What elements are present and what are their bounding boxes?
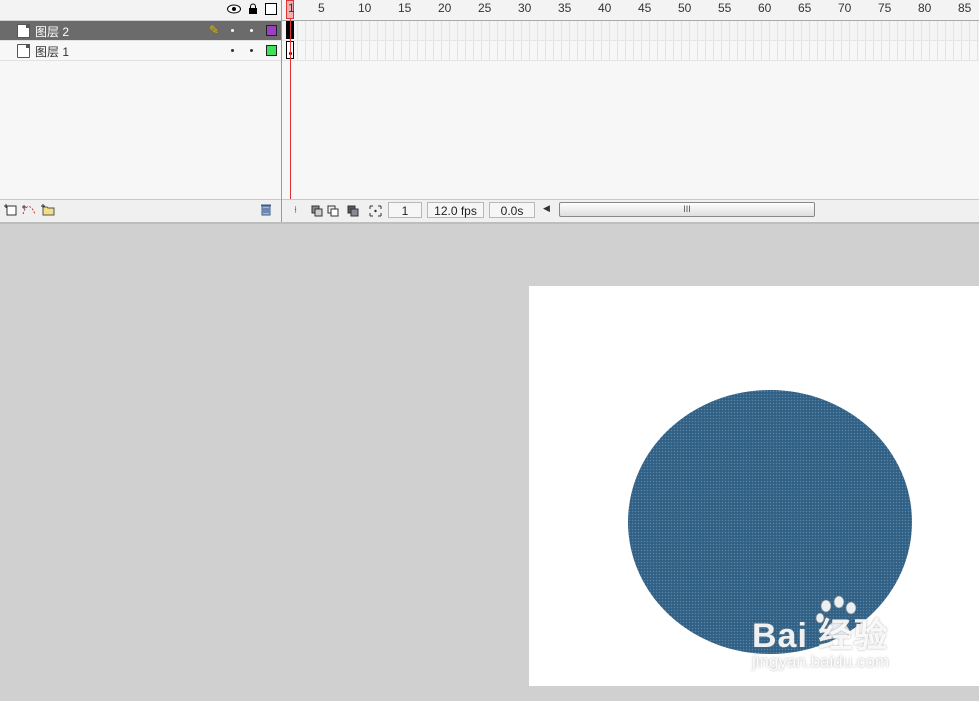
delete-layer-icon[interactable] bbox=[260, 203, 272, 219]
frame-ruler[interactable]: 1 5 10 15 20 25 30 35 40 45 50 55 60 65 … bbox=[282, 0, 979, 21]
ruler-label: 40 bbox=[598, 1, 612, 15]
ruler-label: 55 bbox=[718, 1, 732, 15]
layer-name[interactable]: 图层 1 bbox=[35, 43, 69, 60]
insert-layer-icon[interactable] bbox=[3, 203, 17, 219]
playhead-line bbox=[290, 19, 291, 199]
layer-icon bbox=[17, 24, 30, 38]
ruler-label: 75 bbox=[878, 1, 892, 15]
scroll-left-arrow-icon[interactable]: ◀ bbox=[543, 203, 550, 214]
ruler-label: 60 bbox=[758, 1, 772, 15]
frame-row-layer-1[interactable] bbox=[282, 41, 979, 61]
modify-onion-markers-icon[interactable] bbox=[368, 203, 383, 218]
lock-icon[interactable] bbox=[245, 1, 261, 17]
layer-row-2[interactable]: 图层 2 ✎ bbox=[0, 21, 281, 41]
visibility-dot[interactable] bbox=[231, 29, 234, 32]
ruler-label: 80 bbox=[918, 1, 932, 15]
layer-name[interactable]: 图层 2 bbox=[35, 23, 69, 40]
layer-color-swatch[interactable] bbox=[266, 45, 277, 56]
ruler-label: 85 bbox=[958, 1, 972, 15]
timeline-scrollbar[interactable]: III bbox=[559, 202, 815, 217]
frames-panel: 1 5 10 15 20 25 30 35 40 45 50 55 60 65 … bbox=[282, 0, 979, 222]
lock-dot[interactable] bbox=[250, 29, 253, 32]
watermark-logo: Bai 经验 bbox=[752, 617, 889, 655]
frame-row-layer-2[interactable] bbox=[282, 21, 979, 41]
onion-skin-icon[interactable] bbox=[310, 203, 325, 218]
ruler-label: 15 bbox=[398, 1, 412, 15]
edit-multiple-frames-icon[interactable] bbox=[346, 203, 361, 218]
pencil-icon: ✎ bbox=[209, 23, 220, 37]
eye-icon[interactable] bbox=[226, 1, 242, 17]
timeline-status-bar: ⍿ 1 12.0 fps 0.0s ◀ III bbox=[282, 199, 979, 222]
ruler-label: 45 bbox=[638, 1, 652, 15]
current-frame-field: 1 bbox=[388, 202, 422, 218]
watermark: Bai 经验 jingyan.baidu.com bbox=[752, 595, 942, 686]
layer-footer bbox=[0, 199, 281, 222]
timeline-panel: 图层 2 ✎ 图层 1 1 5 10 15 20 25 30 35 40 45 … bbox=[0, 0, 979, 222]
ruler-label: 70 bbox=[838, 1, 852, 15]
layer-row-1[interactable]: 图层 1 bbox=[0, 41, 281, 61]
ruler-label: 10 bbox=[358, 1, 372, 15]
watermark-url: jingyan.baidu.com bbox=[752, 652, 890, 671]
outline-icon[interactable] bbox=[263, 1, 279, 17]
frame-rate-field[interactable]: 12.0 fps bbox=[427, 202, 484, 218]
layer-panel: 图层 2 ✎ 图层 1 bbox=[0, 0, 282, 222]
ruler-label: 20 bbox=[438, 1, 452, 15]
layer-icon bbox=[17, 44, 30, 58]
layer-header bbox=[0, 0, 281, 21]
layer-color-swatch[interactable] bbox=[266, 25, 277, 36]
ruler-label: 35 bbox=[558, 1, 572, 15]
ruler-label: 30 bbox=[518, 1, 532, 15]
ruler-label: 65 bbox=[798, 1, 812, 15]
onion-skin-outlines-icon[interactable] bbox=[326, 203, 341, 218]
ruler-label: 5 bbox=[318, 1, 325, 15]
panel-divider[interactable] bbox=[0, 222, 979, 224]
elapsed-time-field: 0.0s bbox=[489, 202, 535, 218]
lock-dot[interactable] bbox=[250, 49, 253, 52]
center-frame-icon[interactable]: ⍿ bbox=[288, 203, 303, 218]
ruler-label: 25 bbox=[478, 1, 492, 15]
insert-folder-icon[interactable] bbox=[40, 203, 55, 219]
ruler-label: 1 bbox=[288, 1, 295, 15]
add-motion-guide-icon[interactable] bbox=[21, 203, 37, 219]
ruler-label: 50 bbox=[678, 1, 692, 15]
visibility-dot[interactable] bbox=[231, 49, 234, 52]
